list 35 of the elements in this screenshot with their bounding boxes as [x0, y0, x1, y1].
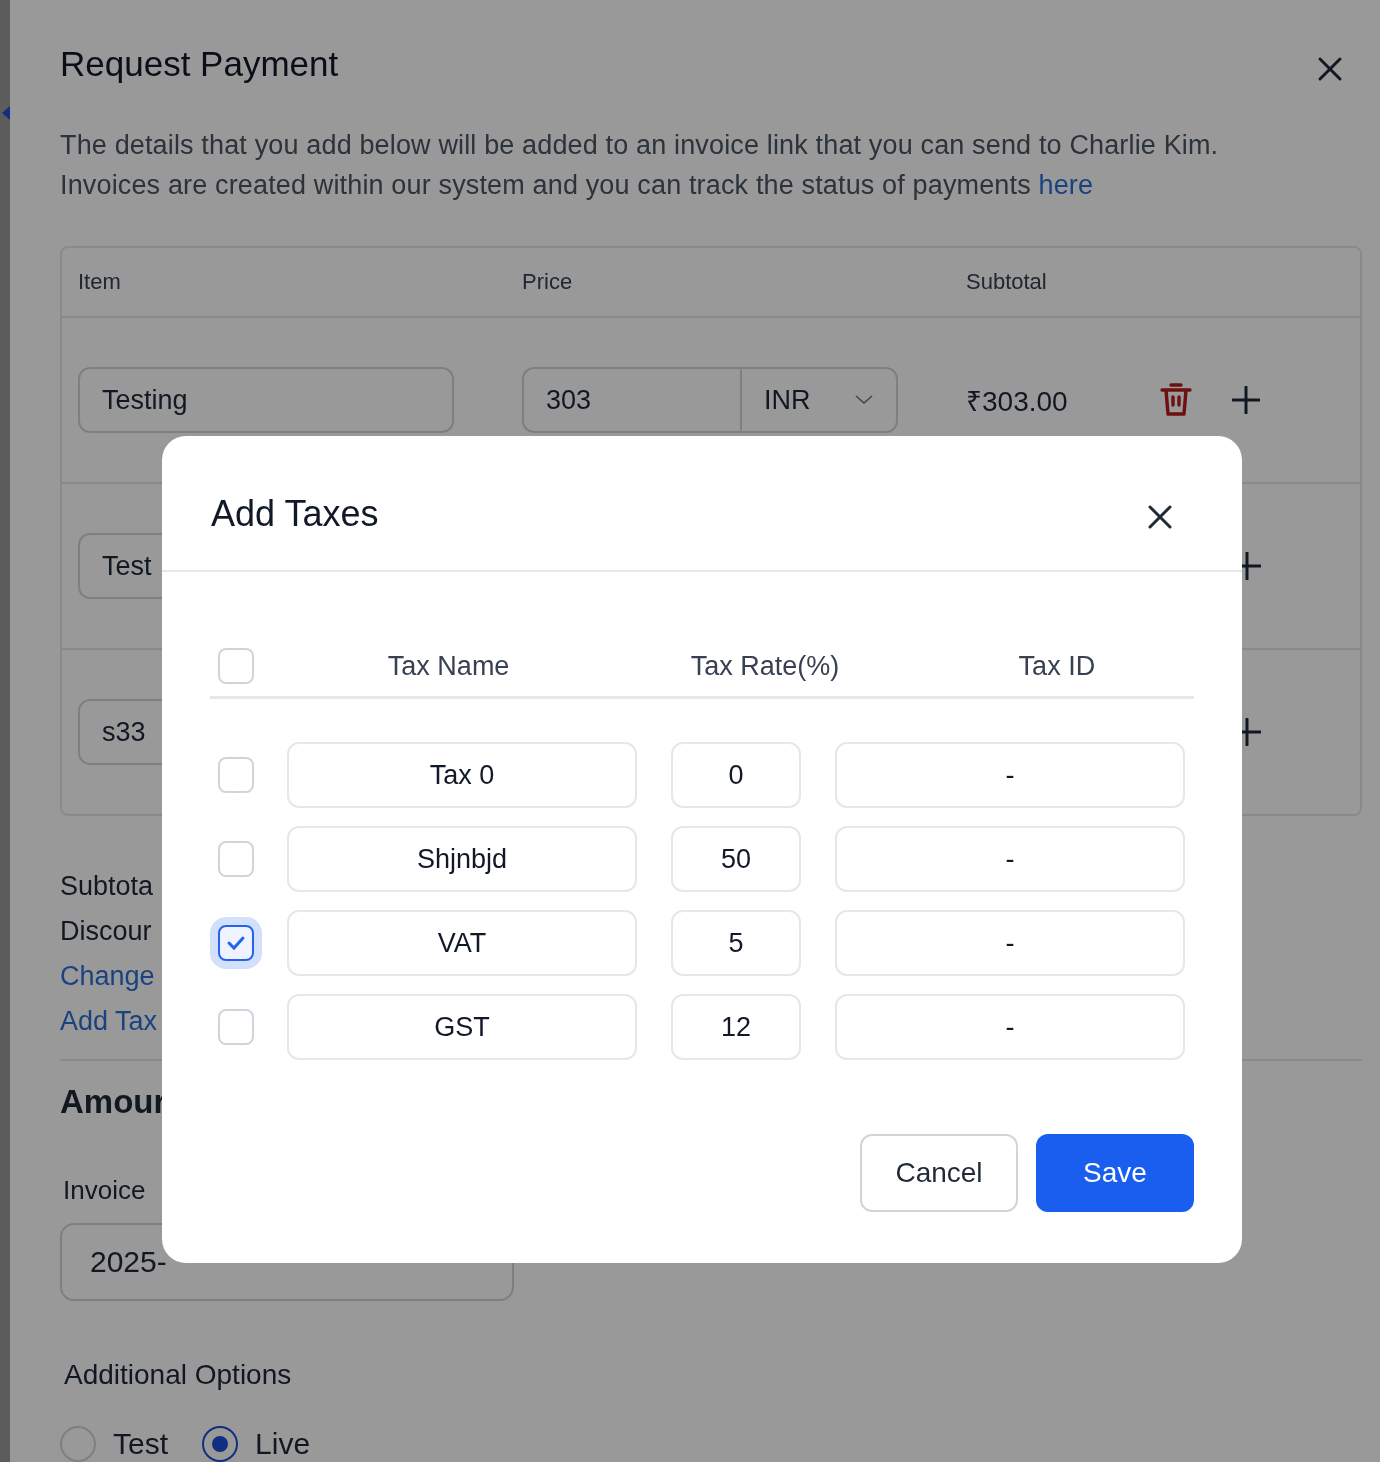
save-button[interactable]: Save	[1036, 1134, 1194, 1212]
price-field[interactable]: 303	[522, 367, 740, 433]
tax-rate-field[interactable]: 0	[671, 742, 801, 808]
currency-select[interactable]: INR	[740, 367, 898, 433]
tax-id-field[interactable]: -	[835, 910, 1185, 976]
tax-id-field[interactable]: -	[835, 742, 1185, 808]
summary-label: Subtota	[60, 870, 154, 903]
column-header: Subtotal	[966, 269, 1047, 295]
description-text: Invoices are created within our system and you can track the status of payments here	[60, 169, 1095, 202]
dialog-title: Add Taxes	[211, 492, 379, 536]
column-header: Tax Rate(%)	[689, 650, 841, 682]
tax-rate-field[interactable]: 5	[671, 910, 801, 976]
amount-heading: Amour	[60, 1082, 168, 1122]
tax-name-field[interactable]: Shjnbjd	[287, 826, 637, 892]
invoice-label: Invoice	[63, 1175, 147, 1205]
panel-title: Request Payment	[60, 43, 339, 85]
tax-name-field[interactable]: VAT	[287, 910, 637, 976]
subtotal-amount: ₹303.00	[966, 385, 1069, 419]
tax-id-field[interactable]: -	[835, 826, 1185, 892]
column-header: Price	[522, 269, 574, 295]
tax-rate-field[interactable]: 50	[671, 826, 801, 892]
column-header: Item	[78, 269, 122, 295]
options-heading: Additional Options	[64, 1358, 293, 1392]
column-header: Tax Name	[386, 650, 511, 682]
item-field[interactable]: Testing	[78, 367, 454, 433]
tax-rate-field[interactable]: 12	[671, 994, 801, 1060]
description-text: The details that you add below will be added to an invoice link that you can send to Charlie Kim.	[60, 129, 1220, 162]
summary-label: Discour	[60, 915, 152, 948]
tax-name-field[interactable]: GST	[287, 994, 637, 1060]
column-header: Tax ID	[1017, 650, 1097, 682]
tax-name-field[interactable]: Tax 0	[287, 742, 637, 808]
cancel-button[interactable]: Cancel	[860, 1134, 1018, 1212]
radio-option[interactable]: Test	[60, 1426, 169, 1462]
tax-id-field[interactable]: -	[835, 994, 1185, 1060]
radio-option[interactable]: Live	[202, 1426, 311, 1462]
